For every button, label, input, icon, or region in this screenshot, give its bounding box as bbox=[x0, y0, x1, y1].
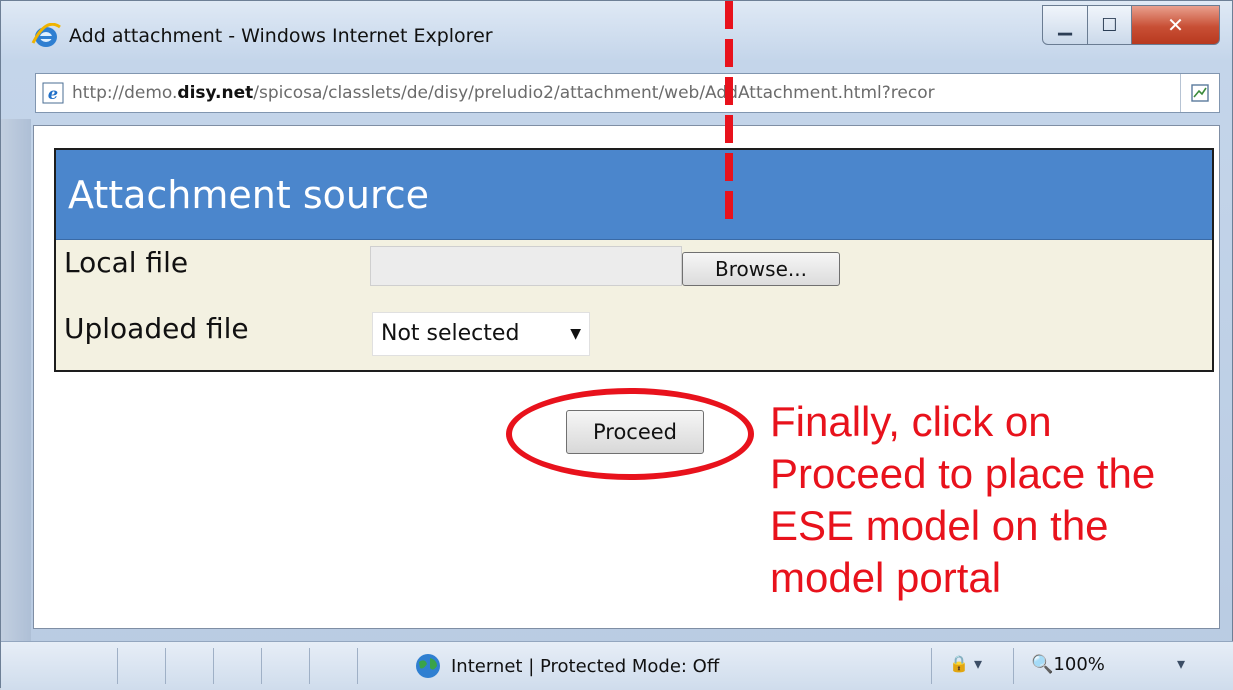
status-divider bbox=[165, 648, 166, 684]
status-divider bbox=[1013, 648, 1014, 684]
browser-window: Add attachment - Windows Internet Explor… bbox=[0, 0, 1233, 690]
status-divider bbox=[117, 648, 118, 684]
status-divider bbox=[261, 648, 262, 684]
maximize-button[interactable]: ☐ bbox=[1088, 5, 1132, 45]
ie-page-icon: e bbox=[42, 82, 64, 104]
local-file-label: Local file bbox=[64, 246, 189, 279]
address-bar[interactable]: e http://demo.disy.net/spicosa/classlets… bbox=[35, 73, 1220, 113]
status-bar: Internet | Protected Mode: Off 🔒 ▾ 🔍100%… bbox=[1, 641, 1233, 690]
attachment-source-panel: Attachment source Local file Browse... U… bbox=[54, 148, 1214, 372]
browse-button[interactable]: Browse... bbox=[682, 252, 840, 286]
zoom-value: 100% bbox=[1053, 654, 1105, 675]
chevron-down-icon[interactable]: ▾ bbox=[1177, 654, 1185, 673]
local-file-input[interactable] bbox=[370, 246, 682, 286]
compatibility-view-icon bbox=[1191, 84, 1209, 102]
compatibility-view-button[interactable] bbox=[1180, 74, 1219, 112]
minimize-button[interactable]: ▁ bbox=[1042, 5, 1088, 45]
window-controls: ▁ ☐ ✕ bbox=[1042, 5, 1220, 47]
close-button[interactable]: ✕ bbox=[1132, 5, 1220, 45]
panel-header: Attachment source bbox=[56, 150, 1212, 240]
uploaded-file-selected-value: Not selected bbox=[381, 321, 520, 346]
annotation-highlight-ellipse bbox=[506, 388, 754, 480]
status-divider bbox=[931, 648, 932, 684]
page-content: Attachment source Local file Browse... U… bbox=[33, 125, 1220, 629]
internet-explorer-icon bbox=[31, 23, 61, 47]
url-domain: disy.net bbox=[177, 83, 254, 103]
close-icon: ✕ bbox=[1167, 13, 1184, 37]
svg-text:e: e bbox=[48, 84, 58, 103]
window-title: Add attachment - Windows Internet Explor… bbox=[69, 25, 493, 47]
chevron-down-icon: ▼ bbox=[570, 326, 581, 342]
zoom-level[interactable]: 🔍100% bbox=[1031, 654, 1105, 675]
protected-mode-icon[interactable]: 🔒 ▾ bbox=[949, 654, 982, 673]
url-path: /spicosa/classlets/de/disy/preludio2/att… bbox=[253, 83, 935, 103]
security-zone-status[interactable]: Internet | Protected Mode: Off bbox=[451, 656, 719, 677]
status-divider bbox=[357, 648, 358, 684]
uploaded-file-label: Uploaded file bbox=[64, 312, 249, 345]
minimize-icon: ▁ bbox=[1058, 14, 1072, 36]
url-text[interactable]: http://demo.disy.net/spicosa/classlets/d… bbox=[72, 83, 1182, 103]
status-divider bbox=[309, 648, 310, 684]
url-prefix: http://demo. bbox=[72, 83, 178, 103]
maximize-icon: ☐ bbox=[1101, 14, 1118, 36]
uploaded-file-select[interactable]: Not selected ▼ bbox=[372, 312, 590, 356]
globe-icon bbox=[416, 654, 440, 678]
annotation-callout: Finally, click on Proceed to place the E… bbox=[770, 398, 1156, 601]
annotation-dashed-line bbox=[725, 1, 733, 229]
title-bar[interactable]: Add attachment - Windows Internet Explor… bbox=[1, 1, 1233, 69]
status-divider bbox=[213, 648, 214, 684]
window-left-frame bbox=[1, 119, 31, 641]
